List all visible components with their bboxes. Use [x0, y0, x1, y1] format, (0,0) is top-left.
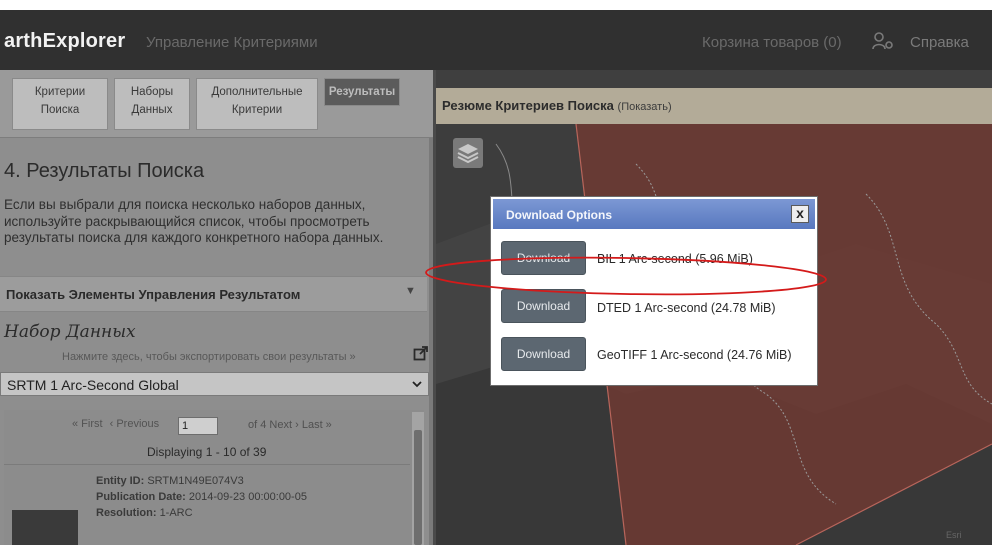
tab-search-criteria[interactable]: Критерии Поиска — [12, 78, 108, 130]
tab-label: Наборы — [130, 86, 174, 98]
close-icon[interactable]: x — [791, 205, 809, 223]
tab-additional-criteria[interactable]: Дополнительные Критерии — [196, 78, 318, 130]
tab-label: Поиска — [40, 104, 80, 116]
caret-down-icon: ▼ — [405, 285, 416, 297]
show-result-controls-toggle[interactable]: Показать Элементы Управления Результатом… — [0, 276, 427, 312]
previous-page-link[interactable]: ‹ Previous — [110, 418, 160, 430]
results-scrollbar[interactable] — [412, 412, 424, 545]
page-number-input[interactable]: 1 — [178, 417, 218, 435]
tab-label: Результаты — [328, 86, 396, 98]
cart-link[interactable]: Корзина товаров (0) — [702, 34, 842, 51]
entity-id-label: Entity ID: — [96, 475, 145, 487]
export-results-link[interactable]: Нажмите здесь, чтобы экспортировать свои… — [62, 351, 356, 363]
tab-label: Критерии — [34, 86, 86, 98]
export-icon[interactable] — [413, 345, 429, 361]
entity-id-value: SRTM1N49E074V3 — [147, 475, 244, 487]
layers-icon[interactable] — [453, 138, 483, 168]
page-count: of 4 — [248, 419, 267, 431]
resolution-label: Resolution: — [96, 507, 157, 519]
download-option-label: DTED 1 Arc-second (24.78 MiB) — [597, 301, 776, 315]
dialog-title: Download Options — [506, 208, 612, 222]
dataset-select[interactable]: SRTM 1 Arc-Second Global — [0, 372, 429, 396]
download-options-dialog: Download Options x Download BIL 1 Arc-se… — [490, 196, 818, 386]
download-option-label: GeoTIFF 1 Arc-second (24.76 MiB) — [597, 348, 792, 362]
chevron-down-icon — [412, 381, 422, 388]
result-controls-label: Показать Элементы Управления Результатом — [6, 287, 301, 302]
dataset-selected-value: SRTM 1 Arc-Second Global — [7, 377, 179, 393]
dataset-heading: Набор Данных — [4, 322, 136, 342]
publication-date-label: Publication Date: — [96, 491, 186, 503]
page-title: 4. Результаты Поиска — [4, 160, 205, 182]
manage-criteria-link[interactable]: Управление Критериями — [146, 34, 318, 51]
top-navbar: arthExplorer Управление Критериями Корзи… — [0, 10, 992, 70]
displaying-count: Displaying 1 - 10 of 39 — [147, 445, 267, 459]
divider — [4, 464, 410, 465]
map-attribution: Esri — [946, 530, 962, 540]
result-thumbnail[interactable] — [12, 510, 78, 545]
download-option-label: BIL 1 Arc-second (5.96 MiB) — [597, 252, 753, 266]
left-panel-scrollbar[interactable] — [429, 138, 433, 545]
scrollbar-thumb[interactable] — [414, 430, 422, 545]
list-item: Entity ID: SRTM1N49E074V3 Publication Da… — [96, 473, 307, 521]
search-criteria-summary: Резюме Критериев Поиска (Показать) — [436, 88, 992, 124]
summary-title: Резюме Критериев Поиска (Показать) — [442, 98, 672, 113]
first-page-link[interactable]: « First — [72, 418, 103, 430]
results-content: 4. Результаты Поиска Если вы выбрали для… — [0, 138, 433, 545]
brand-logo[interactable]: arthExplorer — [4, 30, 125, 53]
user-gear-icon[interactable] — [872, 32, 894, 50]
help-link[interactable]: Справка — [910, 34, 969, 51]
pagination: « First ‹ Previous — [72, 418, 163, 430]
tab-label: Дополнительные — [211, 86, 303, 98]
download-bil-button[interactable]: Download — [501, 241, 586, 275]
results-list: « First ‹ Previous 1 of 4 Next › Last » … — [4, 410, 424, 545]
results-description: Если вы выбрали для поиска несколько наб… — [4, 197, 384, 245]
resolution-value: 1-ARC — [159, 507, 193, 519]
download-geotiff-button[interactable]: Download — [501, 337, 586, 371]
dialog-header: Download Options x — [493, 199, 815, 229]
next-page-link[interactable]: Next › — [269, 419, 298, 431]
download-dted-button[interactable]: Download — [501, 289, 586, 323]
last-page-link[interactable]: Last » — [302, 419, 332, 431]
tab-results[interactable]: Результаты — [324, 78, 400, 106]
tab-data-sets[interactable]: Наборы Данных — [114, 78, 190, 130]
pagination-right: of 4 Next › Last » — [248, 419, 332, 431]
step-tabs: Критерии Поиска Наборы Данных Дополнител… — [0, 70, 433, 138]
publication-date-value: 2014-09-23 00:00:00-05 — [188, 491, 307, 503]
tab-label: Данных — [131, 104, 173, 116]
left-panel: Критерии Поиска Наборы Данных Дополнител… — [0, 70, 433, 545]
summary-show-link[interactable]: (Показать) — [618, 101, 672, 113]
tab-label: Критерии — [231, 104, 283, 116]
